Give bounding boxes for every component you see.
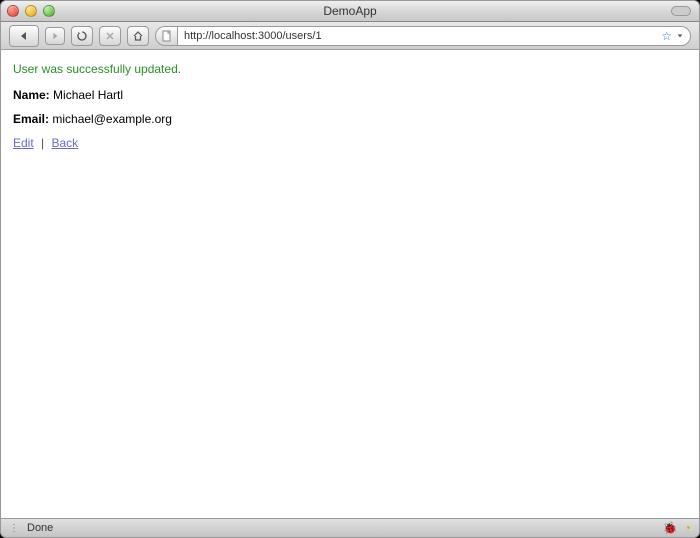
name-value: Michael Hartl	[53, 88, 123, 102]
flash-notice: User was successfully updated.	[13, 62, 687, 76]
edit-link[interactable]: Edit	[13, 136, 34, 150]
back-arrow-icon	[19, 31, 29, 41]
window-title: DemoApp	[1, 4, 699, 18]
reload-button[interactable]	[71, 26, 93, 46]
reload-icon	[76, 30, 88, 42]
back-button[interactable]	[9, 25, 39, 47]
firebug-icon[interactable]: 🐞	[663, 521, 678, 535]
email-value: michael@example.org	[52, 112, 172, 126]
status-right: 🐞 ◔	[663, 521, 691, 535]
url-text: http://localhost:3000/users/1	[184, 30, 657, 42]
drag-handle-icon[interactable]: ⋮	[9, 523, 19, 534]
status-left: ⋮ Done	[9, 522, 53, 534]
browser-window: DemoApp http://localhost:3000/users/1 ☆	[0, 0, 700, 538]
forward-arrow-icon	[51, 32, 59, 40]
bookmark-star-icon[interactable]: ☆	[661, 29, 672, 43]
traffic-lights	[7, 5, 55, 17]
status-text: Done	[27, 522, 53, 534]
url-input[interactable]: http://localhost:3000/users/1 ☆	[177, 26, 691, 46]
name-label: Name:	[13, 88, 50, 102]
page-icon	[161, 30, 173, 42]
forward-button[interactable]	[45, 27, 65, 45]
addon-icon[interactable]: ◔	[684, 521, 691, 535]
toolbar-toggle-button[interactable]	[671, 6, 691, 16]
page-content: User was successfully updated. Name: Mic…	[0, 50, 700, 518]
email-label: Email:	[13, 112, 49, 126]
zoom-window-button[interactable]	[43, 5, 55, 17]
address-bar: http://localhost:3000/users/1 ☆	[155, 26, 691, 46]
action-links: Edit | Back	[13, 136, 687, 150]
home-icon	[132, 30, 144, 42]
home-button[interactable]	[127, 26, 149, 46]
close-window-button[interactable]	[7, 5, 19, 17]
dropdown-chevron-icon[interactable]	[676, 32, 684, 40]
statusbar: ⋮ Done 🐞 ◔	[0, 518, 700, 538]
stop-button[interactable]	[99, 26, 121, 46]
back-link[interactable]: Back	[52, 136, 79, 150]
toolbar: http://localhost:3000/users/1 ☆	[0, 22, 700, 50]
site-identity-button[interactable]	[155, 26, 177, 46]
link-separator: |	[37, 136, 48, 150]
email-row: Email: michael@example.org	[13, 112, 687, 126]
name-row: Name: Michael Hartl	[13, 88, 687, 102]
minimize-window-button[interactable]	[25, 5, 37, 17]
titlebar: DemoApp	[0, 0, 700, 22]
stop-icon	[105, 31, 115, 41]
